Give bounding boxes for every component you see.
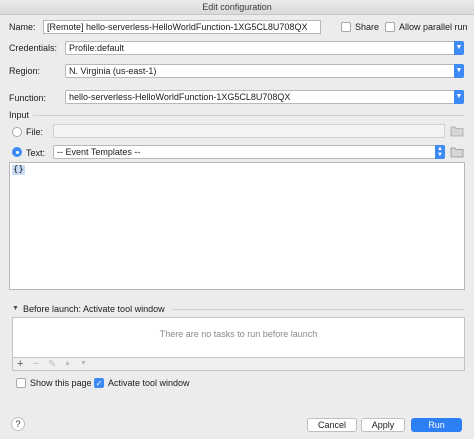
before-launch-task-list[interactable]: There are no tasks to run before launch (12, 317, 465, 358)
event-template-value: -- Event Templates -- (57, 147, 141, 157)
cancel-button[interactable]: Cancel (307, 418, 357, 432)
file-path-field[interactable] (53, 124, 445, 138)
show-page-checkbox[interactable] (16, 378, 26, 388)
run-button[interactable]: Run (411, 418, 462, 432)
activate-tool-window-label: Activate tool window (108, 378, 190, 388)
region-label: Region: (9, 66, 41, 76)
function-select[interactable]: hello-serverless-HelloWorldFunction-1XG5… (65, 90, 464, 104)
empty-tasks-message: There are no tasks to run before launch (159, 329, 318, 339)
file-label: File: (26, 127, 44, 137)
input-section-label: Input (9, 110, 30, 120)
text-label: Text: (26, 148, 46, 158)
credentials-select[interactable]: Profile:default ▼ (65, 41, 464, 55)
folder-icon[interactable] (450, 146, 464, 158)
folder-icon[interactable] (450, 125, 464, 137)
region-select[interactable]: N. Virginia (us-east-1) ▼ (65, 64, 464, 78)
activate-tool-window-checkbox[interactable]: ✓ (94, 378, 104, 388)
show-page-label: Show this page (30, 378, 92, 388)
function-value: hello-serverless-HelloWorldFunction-1XG5… (69, 92, 291, 102)
event-template-select[interactable]: -- Event Templates -- ▲ ▼ (53, 145, 445, 159)
before-launch-separator (172, 309, 464, 310)
move-down-icon[interactable]: ▼ (80, 360, 87, 367)
share-label: Share (355, 22, 380, 32)
name-label: Name: (9, 22, 36, 32)
text-radio[interactable] (12, 147, 22, 157)
name-field[interactable]: [Remote] hello-serverless-HelloWorldFunc… (43, 20, 321, 34)
credentials-label: Credentials: (9, 43, 58, 53)
chevron-down-icon: ▼ (454, 64, 464, 78)
before-launch-toolbar: + − ✎ ▲ ▼ (12, 358, 465, 371)
event-text-editor[interactable]: {} (9, 162, 465, 290)
chevron-down-icon: ▼ (454, 90, 464, 104)
chevron-down-icon: ▼ (454, 41, 464, 55)
share-checkbox[interactable] (341, 22, 351, 32)
apply-button[interactable]: Apply (361, 418, 405, 432)
chevron-updown-icon: ▲ ▼ (435, 145, 445, 159)
region-value: N. Virginia (us-east-1) (69, 66, 157, 76)
file-radio[interactable] (12, 127, 22, 137)
help-button[interactable]: ? (11, 417, 25, 431)
edit-icon[interactable]: ✎ (48, 359, 56, 370)
move-up-icon[interactable]: ▲ (64, 360, 71, 367)
input-separator (33, 115, 464, 116)
function-label: Function: (9, 93, 47, 103)
editor-content: {} (12, 165, 25, 175)
collapse-arrow-icon[interactable]: ▼ (12, 305, 19, 312)
before-launch-header: Before launch: Activate tool window (23, 304, 165, 314)
remove-icon[interactable]: − (33, 358, 39, 370)
credentials-value: Profile:default (69, 43, 125, 53)
allow-parallel-label: Allow parallel run (399, 22, 468, 32)
allow-parallel-checkbox[interactable] (385, 22, 395, 32)
window-title: Edit configuration (0, 0, 474, 15)
add-icon[interactable]: + (17, 358, 23, 370)
